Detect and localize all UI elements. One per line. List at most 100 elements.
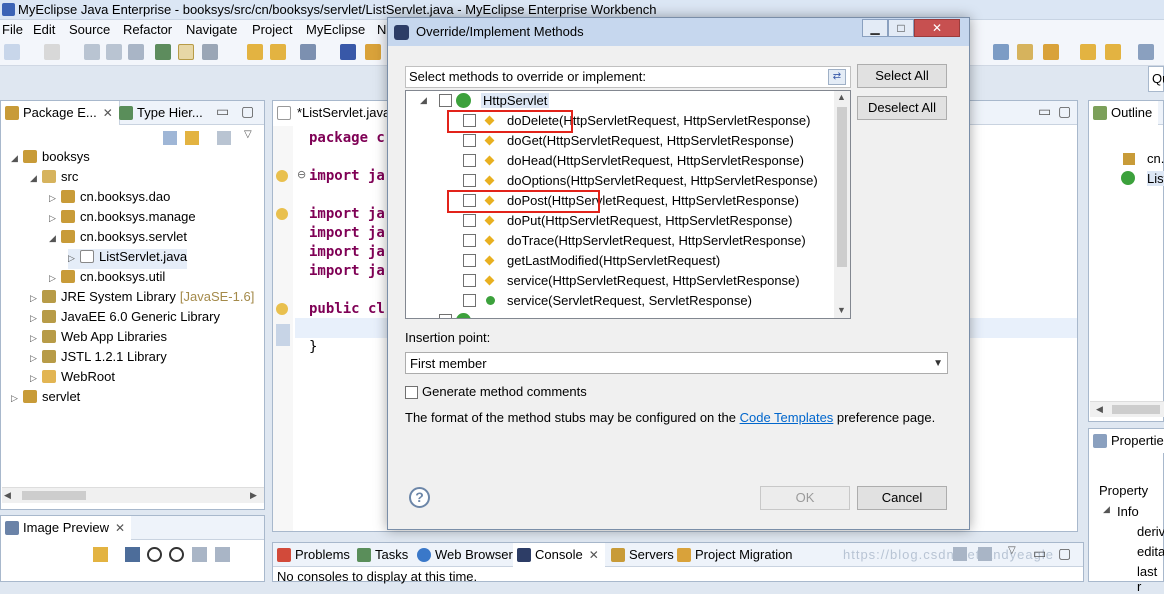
maximize-icon[interactable]: ▢ [1058,545,1071,562]
collapsed-arrow-icon[interactable]: ▷ [49,213,61,224]
chevron-down-icon[interactable]: ▽ [244,129,252,140]
tree-item[interactable]: ▷ cn.booksys.util [49,269,165,289]
code-line[interactable]: } [309,339,317,355]
property-row[interactable]: deriv [1137,524,1164,539]
scroll-right-icon[interactable]: ▶ [250,490,257,501]
property-row[interactable]: last r [1137,564,1163,594]
class-checkbox[interactable] [439,314,452,318]
dialog-titlebar[interactable]: Override/Implement Methods ▁ □ ✕ [388,18,969,46]
collapsed-arrow-icon[interactable]: ▷ [30,333,42,344]
tool-icon[interactable] [1043,44,1059,60]
close-icon[interactable]: ✕ [103,106,113,120]
expanded-arrow-icon[interactable]: ◢ [30,173,42,184]
zoom-in-icon[interactable] [169,547,184,562]
property-row[interactable]: edita [1137,544,1164,559]
method-checkbox[interactable] [463,134,476,147]
server-icon[interactable] [365,44,381,60]
tree-item[interactable]: ◢ src [30,169,78,189]
fit-icon[interactable] [125,547,140,562]
property-row[interactable]: Info [1117,504,1139,519]
collapsed-arrow-icon[interactable]: ▷ [30,293,42,304]
folder-icon[interactable] [1017,44,1033,60]
ok-button[interactable]: OK [760,486,850,510]
tree-item[interactable]: ▷ JavaEE 6.0 Generic Library [30,309,220,329]
tree-item[interactable]: ▷ cn.booksys.manage [49,209,196,229]
cancel-button[interactable]: Cancel [857,486,947,510]
minimize-icon[interactable]: ▭ [1038,103,1051,120]
close-icon[interactable]: ✕ [589,548,599,562]
tree-item[interactable]: ▷ cn.booksys.dao [49,189,170,209]
method-checkbox[interactable] [463,234,476,247]
tree-item[interactable]: ◢ booksys [11,149,90,169]
redo-icon[interactable] [270,44,286,60]
menu-navigate[interactable]: Navigate [186,22,237,37]
window-icon[interactable] [215,547,230,562]
perspective-icon[interactable] [993,44,1009,60]
scroll-down-icon[interactable]: ▼ [837,305,846,315]
menu-project[interactable]: Project [252,22,292,37]
undo-icon[interactable] [247,44,263,60]
scroll-up-icon[interactable]: ▲ [837,92,846,102]
select-all-button[interactable]: Select All [857,64,947,88]
tree-item[interactable]: ▷ servlet [11,389,80,409]
method-checkbox[interactable] [463,154,476,167]
class-node-httpservlet[interactable]: ◢ HttpServlet [406,91,834,111]
save-all-icon[interactable] [106,44,122,60]
methods-scrollbar[interactable]: ▲ ▼ [834,91,850,318]
help-icon[interactable]: ? [409,487,430,508]
menu-source[interactable]: Source [69,22,110,37]
method-row[interactable]: service(ServletRequest, ServletResponse) [406,291,834,311]
deselect-all-button[interactable]: Deselect All [857,96,947,120]
tab-type-hierarchy[interactable]: Type Hier... [115,101,209,125]
minimize-icon[interactable]: ▭ [1033,545,1046,562]
method-row[interactable]: doHead(HttpServletRequest, HttpServletRe… [406,151,834,171]
nav-next-icon[interactable] [1080,44,1096,60]
code-line[interactable]: package c [309,130,385,146]
tab-project-migration[interactable]: Project Migration [673,543,799,567]
sync-icon[interactable] [93,547,108,562]
method-checkbox[interactable] [463,274,476,287]
view-menu-icon[interactable] [217,131,231,145]
code-line[interactable]: import ja [309,263,385,279]
maximize-icon[interactable]: ▢ [1058,103,1071,120]
collapse-all-icon[interactable] [163,131,177,145]
tree-item[interactable]: ▷ JRE System Library [JavaSE-1.6] [30,289,254,309]
scroll-thumb[interactable] [837,107,847,267]
scroll-left-icon[interactable]: ◀ [4,490,11,501]
fold-icon[interactable]: ⊖ [297,168,306,181]
outline-scrollbar[interactable]: ◀ [1090,401,1164,417]
scroll-thumb[interactable] [22,491,86,500]
open-console-icon[interactable] [978,547,992,561]
display-console-icon[interactable] [953,547,967,561]
expanded-arrow-icon[interactable]: ◢ [11,153,23,164]
tab-listservlet-java[interactable]: *ListServlet.java [273,101,397,125]
tab-image-preview[interactable]: Image Preview ✕ [1,516,132,540]
collapsed-arrow-icon[interactable]: ▷ [30,353,42,364]
print-icon[interactable] [128,44,144,60]
minimize-icon[interactable]: ▭ [216,103,229,120]
close-icon[interactable]: ✕ [115,521,125,535]
new-icon[interactable] [4,44,20,60]
menu-truncated[interactable]: N [377,22,386,37]
collapsed-arrow-icon[interactable]: ▷ [11,393,23,404]
method-row[interactable]: service(HttpServletRequest, HttpServletR… [406,271,834,291]
collapsed-arrow-icon[interactable]: ▷ [30,313,42,324]
method-row[interactable]: doGet(HttpServletRequest, HttpServletRes… [406,131,834,151]
tree-item[interactable]: ▷ WebRoot [30,369,115,389]
generate-comments-checkbox[interactable] [405,386,418,399]
scroll-left-icon[interactable]: ◀ [1096,404,1103,415]
tree-item[interactable]: ◢ cn.booksys.servlet [49,229,187,249]
expand-arrow-icon[interactable]: ◢ [420,95,427,106]
minimize-icon[interactable]: ▁ [862,19,888,37]
method-checkbox[interactable] [463,214,476,227]
code-templates-link[interactable]: Code Templates [740,410,834,425]
nav-down-icon[interactable] [1105,44,1121,60]
scroll-thumb[interactable] [1112,405,1160,414]
sort-by-class-icon[interactable]: ⇄ [828,69,846,85]
tree-item[interactable]: ▷ JSTL 1.2.1 Library [30,349,167,369]
deploy-icon[interactable] [155,44,171,60]
collapsed-arrow-icon[interactable]: ▷ [68,253,80,264]
menu-refactor[interactable]: Refactor [123,22,172,37]
maximize-icon[interactable]: □ [888,19,914,37]
collapsed-arrow-icon[interactable]: ▷ [30,373,42,384]
